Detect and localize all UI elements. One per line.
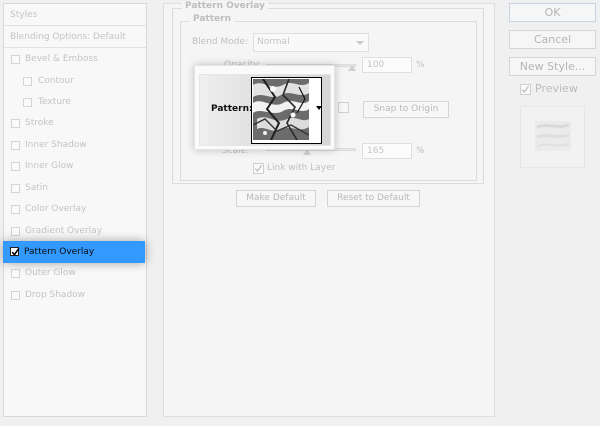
new-preset-icon[interactable] bbox=[338, 102, 349, 113]
checkbox[interactable] bbox=[11, 184, 20, 193]
style-item-label: Inner Shadow bbox=[25, 140, 87, 150]
section-title: Pattern Overlay bbox=[182, 1, 268, 11]
style-item-satin[interactable]: Satin bbox=[4, 178, 146, 199]
checkbox[interactable] bbox=[11, 269, 20, 278]
style-item-label: Pattern Overlay bbox=[24, 247, 95, 257]
pattern-swatch[interactable] bbox=[251, 77, 322, 144]
chevron-down-icon bbox=[356, 41, 364, 45]
scale-field[interactable]: 165 bbox=[362, 143, 412, 159]
pattern-thumbnail-icon bbox=[253, 79, 309, 140]
style-item-label: Gradient Overlay bbox=[25, 226, 103, 236]
checkmark-icon bbox=[11, 247, 20, 256]
style-preview-thumbnail bbox=[520, 106, 585, 168]
opacity-unit: % bbox=[416, 60, 425, 70]
link-with-layer-label: Link with Layer bbox=[267, 163, 336, 173]
style-item-inner-shadow[interactable]: Inner Shadow bbox=[4, 135, 146, 156]
group-title: Pattern bbox=[190, 14, 234, 24]
chevron-down-icon[interactable] bbox=[316, 106, 322, 110]
style-item-pattern-overlay[interactable]: Pattern Overlay bbox=[3, 241, 145, 263]
style-item-color-overlay[interactable]: Color Overlay bbox=[4, 199, 146, 220]
style-item-inner-glow[interactable]: Inner Glow bbox=[4, 156, 146, 177]
checkbox[interactable] bbox=[11, 141, 20, 150]
preview-label: Preview bbox=[535, 82, 578, 95]
opacity-field[interactable]: 100 bbox=[362, 57, 412, 73]
blending-options-item[interactable]: Blending Options: Default bbox=[4, 27, 146, 48]
checkbox[interactable] bbox=[11, 162, 20, 171]
cancel-button[interactable]: Cancel bbox=[509, 30, 596, 49]
blend-mode-value: Normal bbox=[257, 37, 290, 47]
style-item-bevel-emboss[interactable]: Bevel & Emboss bbox=[4, 49, 146, 70]
style-item-label: Contour bbox=[38, 76, 74, 86]
blend-mode-dropdown[interactable]: Normal bbox=[253, 33, 369, 52]
styles-panel: Styles Blending Options: Default Bevel &… bbox=[3, 3, 147, 417]
style-item-contour[interactable]: Contour bbox=[4, 71, 146, 92]
styles-panel-title: Styles bbox=[4, 4, 146, 26]
preview-checkbox[interactable] bbox=[520, 84, 531, 95]
checkbox[interactable] bbox=[23, 77, 32, 86]
checkmark-icon bbox=[521, 85, 530, 94]
style-item-outer-glow[interactable]: Outer Glow bbox=[4, 263, 146, 284]
checkbox[interactable] bbox=[11, 119, 20, 128]
checkbox[interactable] bbox=[11, 55, 20, 64]
style-item-label: Bevel & Emboss bbox=[25, 54, 98, 64]
style-item-label: Inner Glow bbox=[25, 161, 74, 171]
style-item-label: Texture bbox=[38, 97, 71, 107]
checkbox[interactable] bbox=[11, 227, 20, 236]
checkbox[interactable] bbox=[11, 291, 20, 300]
style-item-texture[interactable]: Texture bbox=[4, 92, 146, 113]
preview-swatch-icon bbox=[535, 121, 571, 151]
style-item-gradient-overlay[interactable]: Gradient Overlay bbox=[4, 221, 146, 242]
style-item-stroke[interactable]: Stroke bbox=[4, 113, 146, 134]
checkmark-icon bbox=[254, 164, 263, 173]
style-item-label: Stroke bbox=[25, 118, 54, 128]
ok-button[interactable]: OK bbox=[509, 3, 596, 22]
checkbox[interactable] bbox=[11, 205, 20, 214]
style-item-label: Outer Glow bbox=[25, 268, 76, 278]
checkbox-checked[interactable] bbox=[10, 247, 20, 256]
make-default-button[interactable]: Make Default bbox=[236, 190, 316, 207]
new-style-button[interactable]: New Style... bbox=[509, 57, 596, 76]
style-item-label: Satin bbox=[25, 183, 48, 193]
style-item-drop-shadow[interactable]: Drop Shadow bbox=[4, 285, 146, 306]
checkbox[interactable] bbox=[23, 98, 32, 107]
link-with-layer-checkbox[interactable] bbox=[253, 163, 264, 174]
style-item-label: Drop Shadow bbox=[25, 290, 86, 300]
snap-to-origin-button[interactable]: Snap to Origin bbox=[363, 101, 449, 118]
style-item-label: Color Overlay bbox=[25, 204, 87, 214]
scale-unit: % bbox=[416, 146, 425, 156]
opacity-slider-thumb[interactable] bbox=[348, 65, 356, 71]
pattern-picker-popup: Pattern: bbox=[194, 65, 335, 150]
reset-to-default-button[interactable]: Reset to Default bbox=[327, 190, 420, 207]
pattern-label: Pattern: bbox=[211, 104, 253, 114]
blend-mode-label: Blend Mode: bbox=[192, 37, 249, 47]
